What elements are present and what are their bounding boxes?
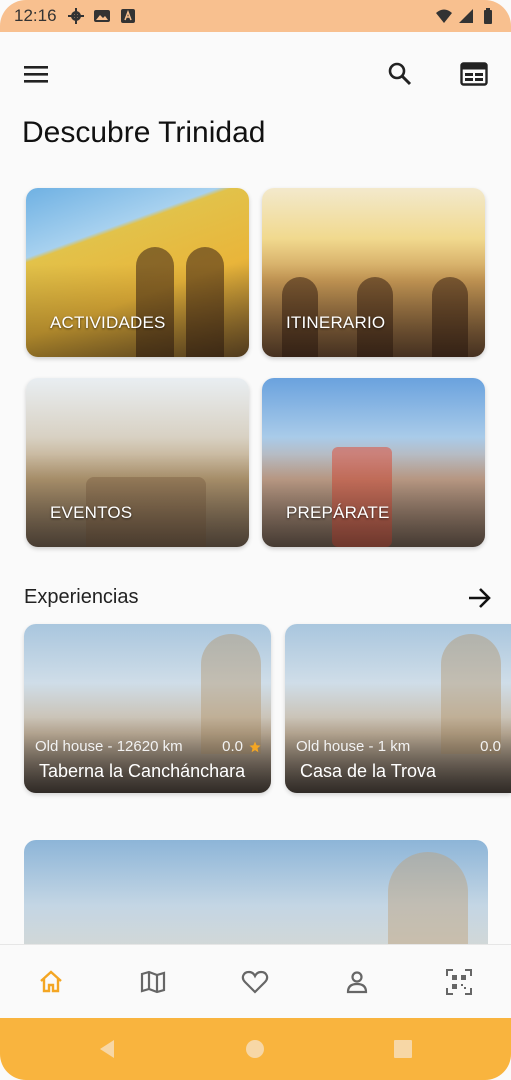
recents-icon[interactable] [392, 1038, 414, 1060]
experience-card[interactable]: Old house - 1 km 0.0 Casa de la Trova [285, 624, 511, 793]
app-bar [0, 48, 511, 100]
experience-rating: 0.0 [222, 738, 261, 755]
tile-preparate[interactable]: PREPÁRATE [262, 378, 485, 547]
status-time: 12:16 [14, 6, 57, 25]
experience-card[interactable]: Old house - 12620 km 0.0 Taberna la Canc… [24, 624, 271, 793]
wifi-icon [435, 7, 453, 25]
gear-icon [67, 7, 85, 25]
tile-eventos[interactable]: EVENTOS [26, 378, 249, 547]
experience-meta: Old house - 12620 km [35, 738, 183, 755]
tile-label: EVENTOS [50, 503, 133, 522]
a-letter-icon [119, 7, 137, 25]
back-icon[interactable] [96, 1038, 118, 1060]
arrow-right-icon[interactable] [466, 584, 494, 612]
photo-icon [93, 7, 111, 25]
page-title: Descubre Trinidad [22, 116, 266, 149]
menu-icon[interactable] [20, 58, 52, 90]
tile-label: PREPÁRATE [286, 503, 390, 522]
qr-icon[interactable] [444, 967, 474, 997]
search-icon[interactable] [384, 58, 416, 90]
app-screen: 12:16 Descubre Trinidad ACTIVIDADES ITIN… [0, 0, 511, 1080]
bottom-navigation [0, 944, 511, 1018]
home-icon[interactable] [36, 967, 66, 997]
heart-icon[interactable] [240, 967, 270, 997]
experience-rating: 0.0 [480, 738, 501, 755]
experiences-header: Experiencias [24, 586, 494, 612]
signal-icon [457, 7, 475, 25]
battery-icon [479, 7, 497, 25]
tile-label: ITINERARIO [286, 313, 386, 332]
tile-actividades[interactable]: ACTIVIDADES [26, 188, 249, 357]
status-bar: 12:16 [0, 0, 511, 32]
tile-label: ACTIVIDADES [50, 313, 166, 332]
rating-value: 0.0 [480, 738, 501, 755]
profile-icon[interactable] [342, 967, 372, 997]
tile-itinerario[interactable]: ITINERARIO [262, 188, 485, 357]
experience-name: Taberna la Canchánchara [39, 761, 246, 781]
section-title: Experiencias [24, 586, 139, 608]
rating-value: 0.0 [222, 738, 243, 755]
star-icon [249, 741, 261, 752]
featured-banner[interactable] [24, 840, 488, 960]
experience-meta: Old house - 1 km [296, 738, 411, 755]
home-circle-icon[interactable] [244, 1038, 266, 1060]
system-navigation-bar [0, 1018, 511, 1080]
calendar-icon[interactable] [458, 58, 490, 90]
experience-name: Casa de la Trova [300, 761, 437, 781]
map-icon[interactable] [138, 967, 168, 997]
